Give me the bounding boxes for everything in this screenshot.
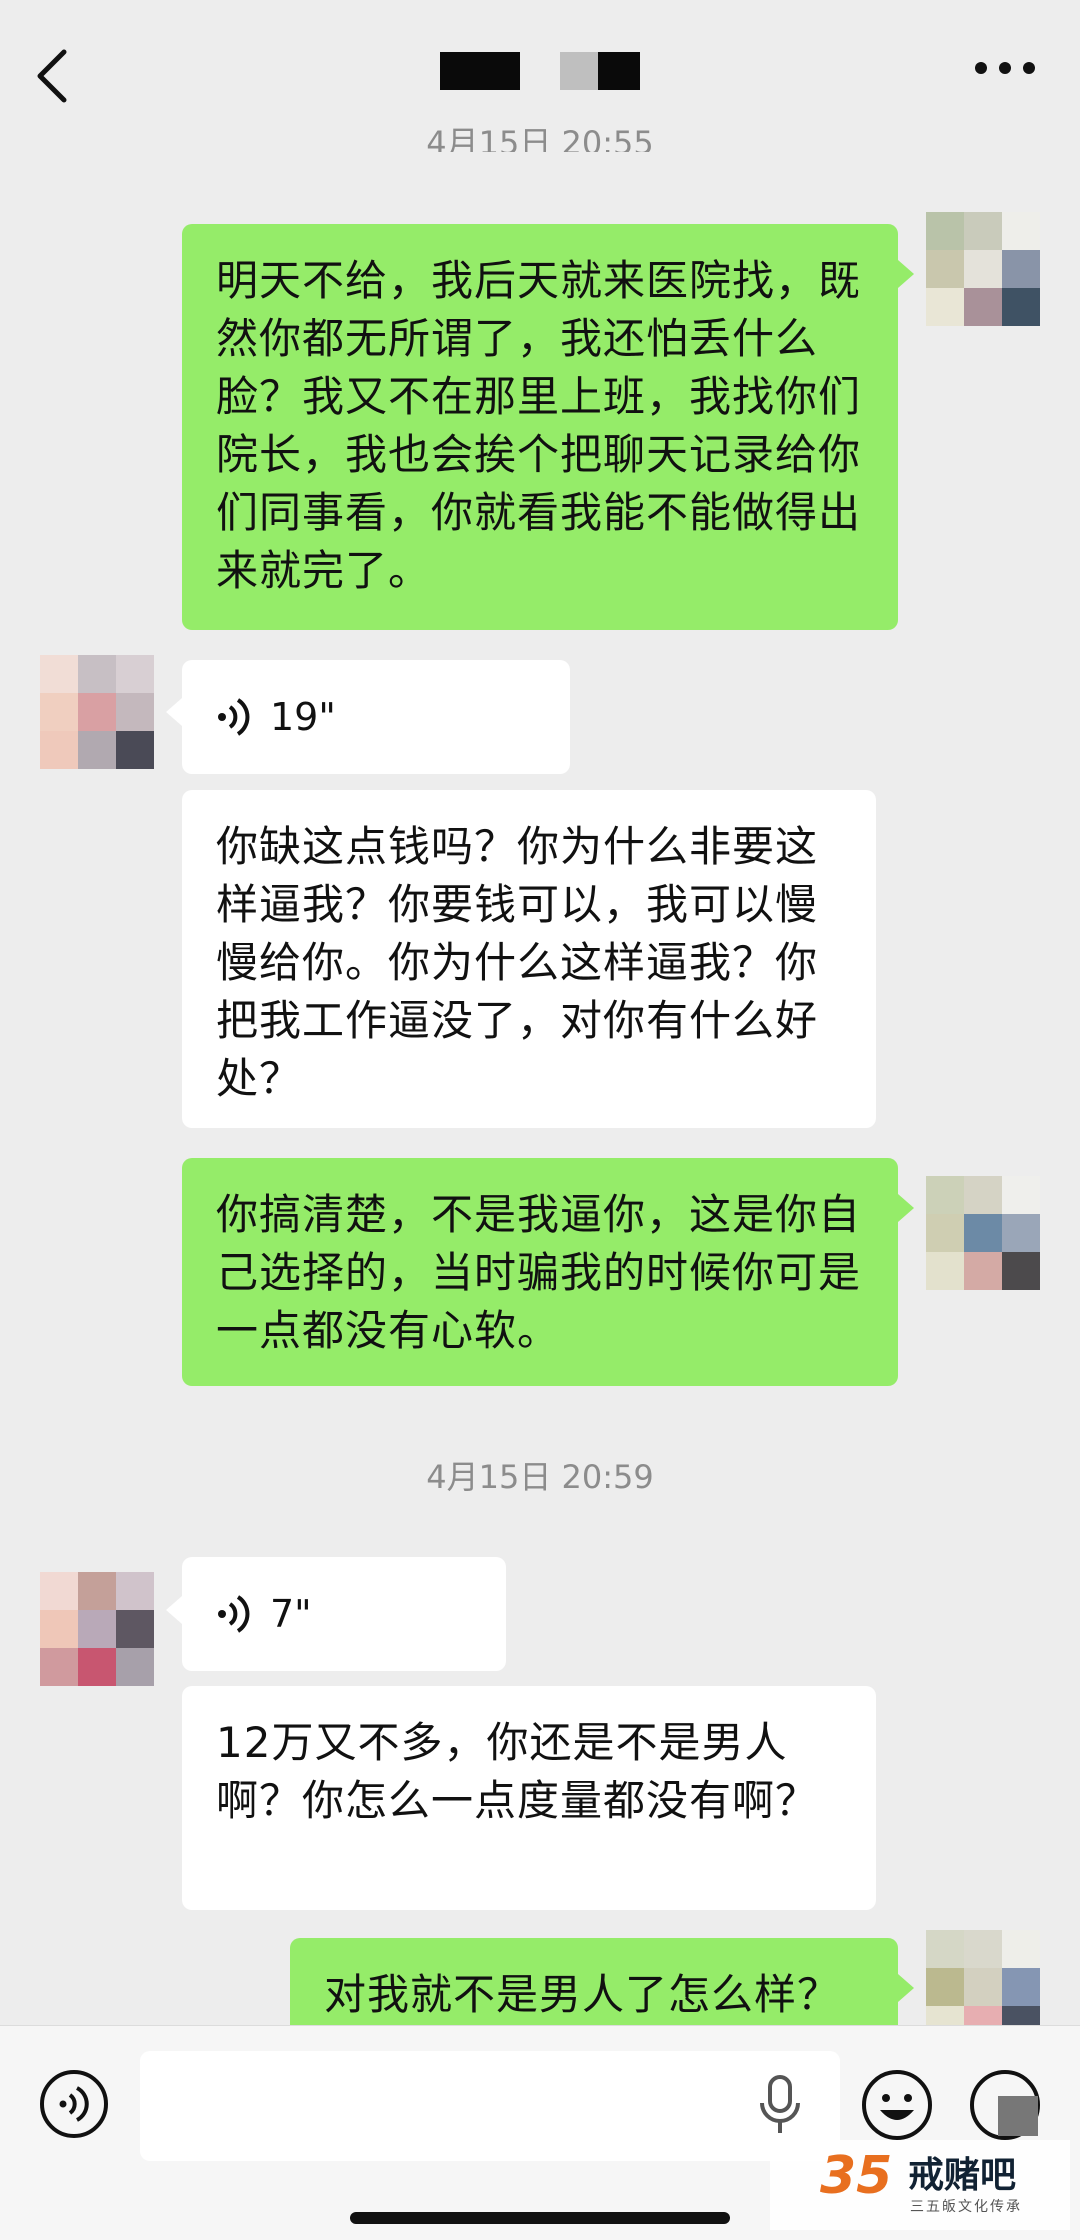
message-bubble-sent[interactable]: 你搞清楚，不是我逼你，这是你自己选择的，当时骗我的时候你可是一点都没有心软。: [182, 1158, 898, 1386]
voice-wave-icon: [218, 1595, 250, 1633]
more-dots-icon[interactable]: [975, 62, 1035, 82]
message-bubble-sent[interactable]: 明天不给，我后天就来医院找，既然你都无所谓了，我还怕丢什么脸？我又不在那里上班，…: [182, 224, 898, 630]
message-bubble-received[interactable]: 你缺这点钱吗？你为什么非要这样逼我？你要钱可以，我可以慢慢给你。你为什么这样逼我…: [182, 790, 876, 1128]
message-text: 对我就不是男人了怎么样？: [324, 1970, 841, 2019]
watermark-name: 戒赌吧: [908, 2155, 1017, 2196]
bubble-tail: [898, 1974, 914, 2002]
my-avatar[interactable]: [926, 1176, 1040, 1290]
bubble-tail: [898, 1194, 914, 1222]
redacted-name-part1: [440, 52, 520, 90]
bubble-tail: [166, 698, 182, 726]
bubble-tail: [166, 1596, 182, 1624]
contact-avatar[interactable]: [40, 655, 154, 769]
bubble-tail: [898, 260, 914, 288]
message-text: 明天不给，我后天就来医院找，既然你都无所谓了，我还怕丢什么脸？我又不在那里上班，…: [216, 256, 862, 595]
home-indicator: [350, 2212, 730, 2224]
message-text: 12万又不多，你还是不是男人啊？你怎么一点度量都没有啊？: [216, 1718, 819, 1825]
chevron-left-icon[interactable]: [30, 40, 74, 110]
message-text: 你缺这点钱吗？你为什么非要这样逼我？你要钱可以，我可以慢慢给你。你为什么这样逼我…: [216, 822, 819, 1103]
timestamp: 4月15日 20:55: [426, 124, 654, 162]
timestamp: 4月15日 20:59: [426, 1458, 654, 1496]
message-text: 你搞清楚，不是我逼你，这是你自己选择的，当时骗我的时候你可是一点都没有心软。: [216, 1190, 862, 1355]
my-avatar[interactable]: [926, 212, 1040, 326]
message-bubble-received[interactable]: 12万又不多，你还是不是男人啊？你怎么一点度量都没有啊？: [182, 1686, 876, 1910]
voice-wave-icon: [218, 698, 250, 736]
microphone-icon[interactable]: [752, 2073, 808, 2137]
redacted-name-part2: [560, 52, 640, 90]
watermark-subtitle: 三五皈文化传承: [910, 2199, 1022, 2215]
contact-avatar[interactable]: [40, 1572, 154, 1686]
voice-message[interactable]: 7": [182, 1557, 506, 1671]
voice-mode-icon[interactable]: [38, 2068, 110, 2140]
watermark-number: 35: [820, 2146, 893, 2206]
emoji-icon[interactable]: [860, 2068, 934, 2142]
watermark-logo: 35 戒赌吧 三五皈文化传承: [770, 2140, 1070, 2230]
voice-message[interactable]: 19": [182, 660, 570, 774]
voice-duration: 19": [270, 695, 336, 739]
voice-duration: 7": [270, 1592, 312, 1636]
message-input[interactable]: [140, 2051, 840, 2161]
plus-icon[interactable]: [968, 2068, 1042, 2142]
